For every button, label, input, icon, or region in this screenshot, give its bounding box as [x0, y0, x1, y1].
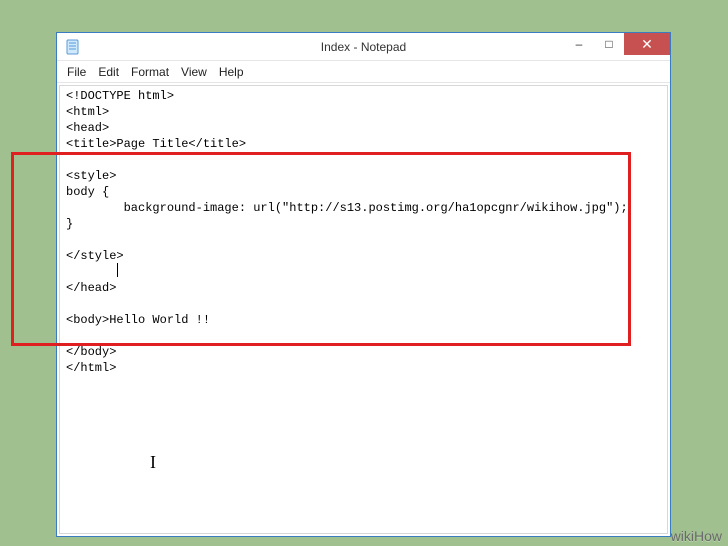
- maximize-button[interactable]: □: [594, 33, 624, 55]
- notepad-window: Index - Notepad – □ ✕ File Edit Format V…: [56, 32, 671, 537]
- titlebar: Index - Notepad – □ ✕: [57, 33, 670, 61]
- menu-edit[interactable]: Edit: [98, 65, 119, 79]
- menu-view[interactable]: View: [181, 65, 207, 79]
- notepad-icon: [65, 39, 81, 55]
- window-controls: – □ ✕: [564, 33, 670, 55]
- minimize-button[interactable]: –: [564, 33, 594, 55]
- editor-wrap: <!DOCTYPE html> <html> <head> <title>Pag…: [57, 83, 670, 536]
- menu-file[interactable]: File: [67, 65, 86, 79]
- text-editor[interactable]: <!DOCTYPE html> <html> <head> <title>Pag…: [59, 85, 668, 534]
- close-button[interactable]: ✕: [624, 33, 670, 55]
- menu-format[interactable]: Format: [131, 65, 169, 79]
- menu-help[interactable]: Help: [219, 65, 244, 79]
- watermark-text: wikiHow: [671, 528, 722, 544]
- text-caret: [117, 263, 118, 277]
- menubar: File Edit Format View Help: [57, 61, 670, 83]
